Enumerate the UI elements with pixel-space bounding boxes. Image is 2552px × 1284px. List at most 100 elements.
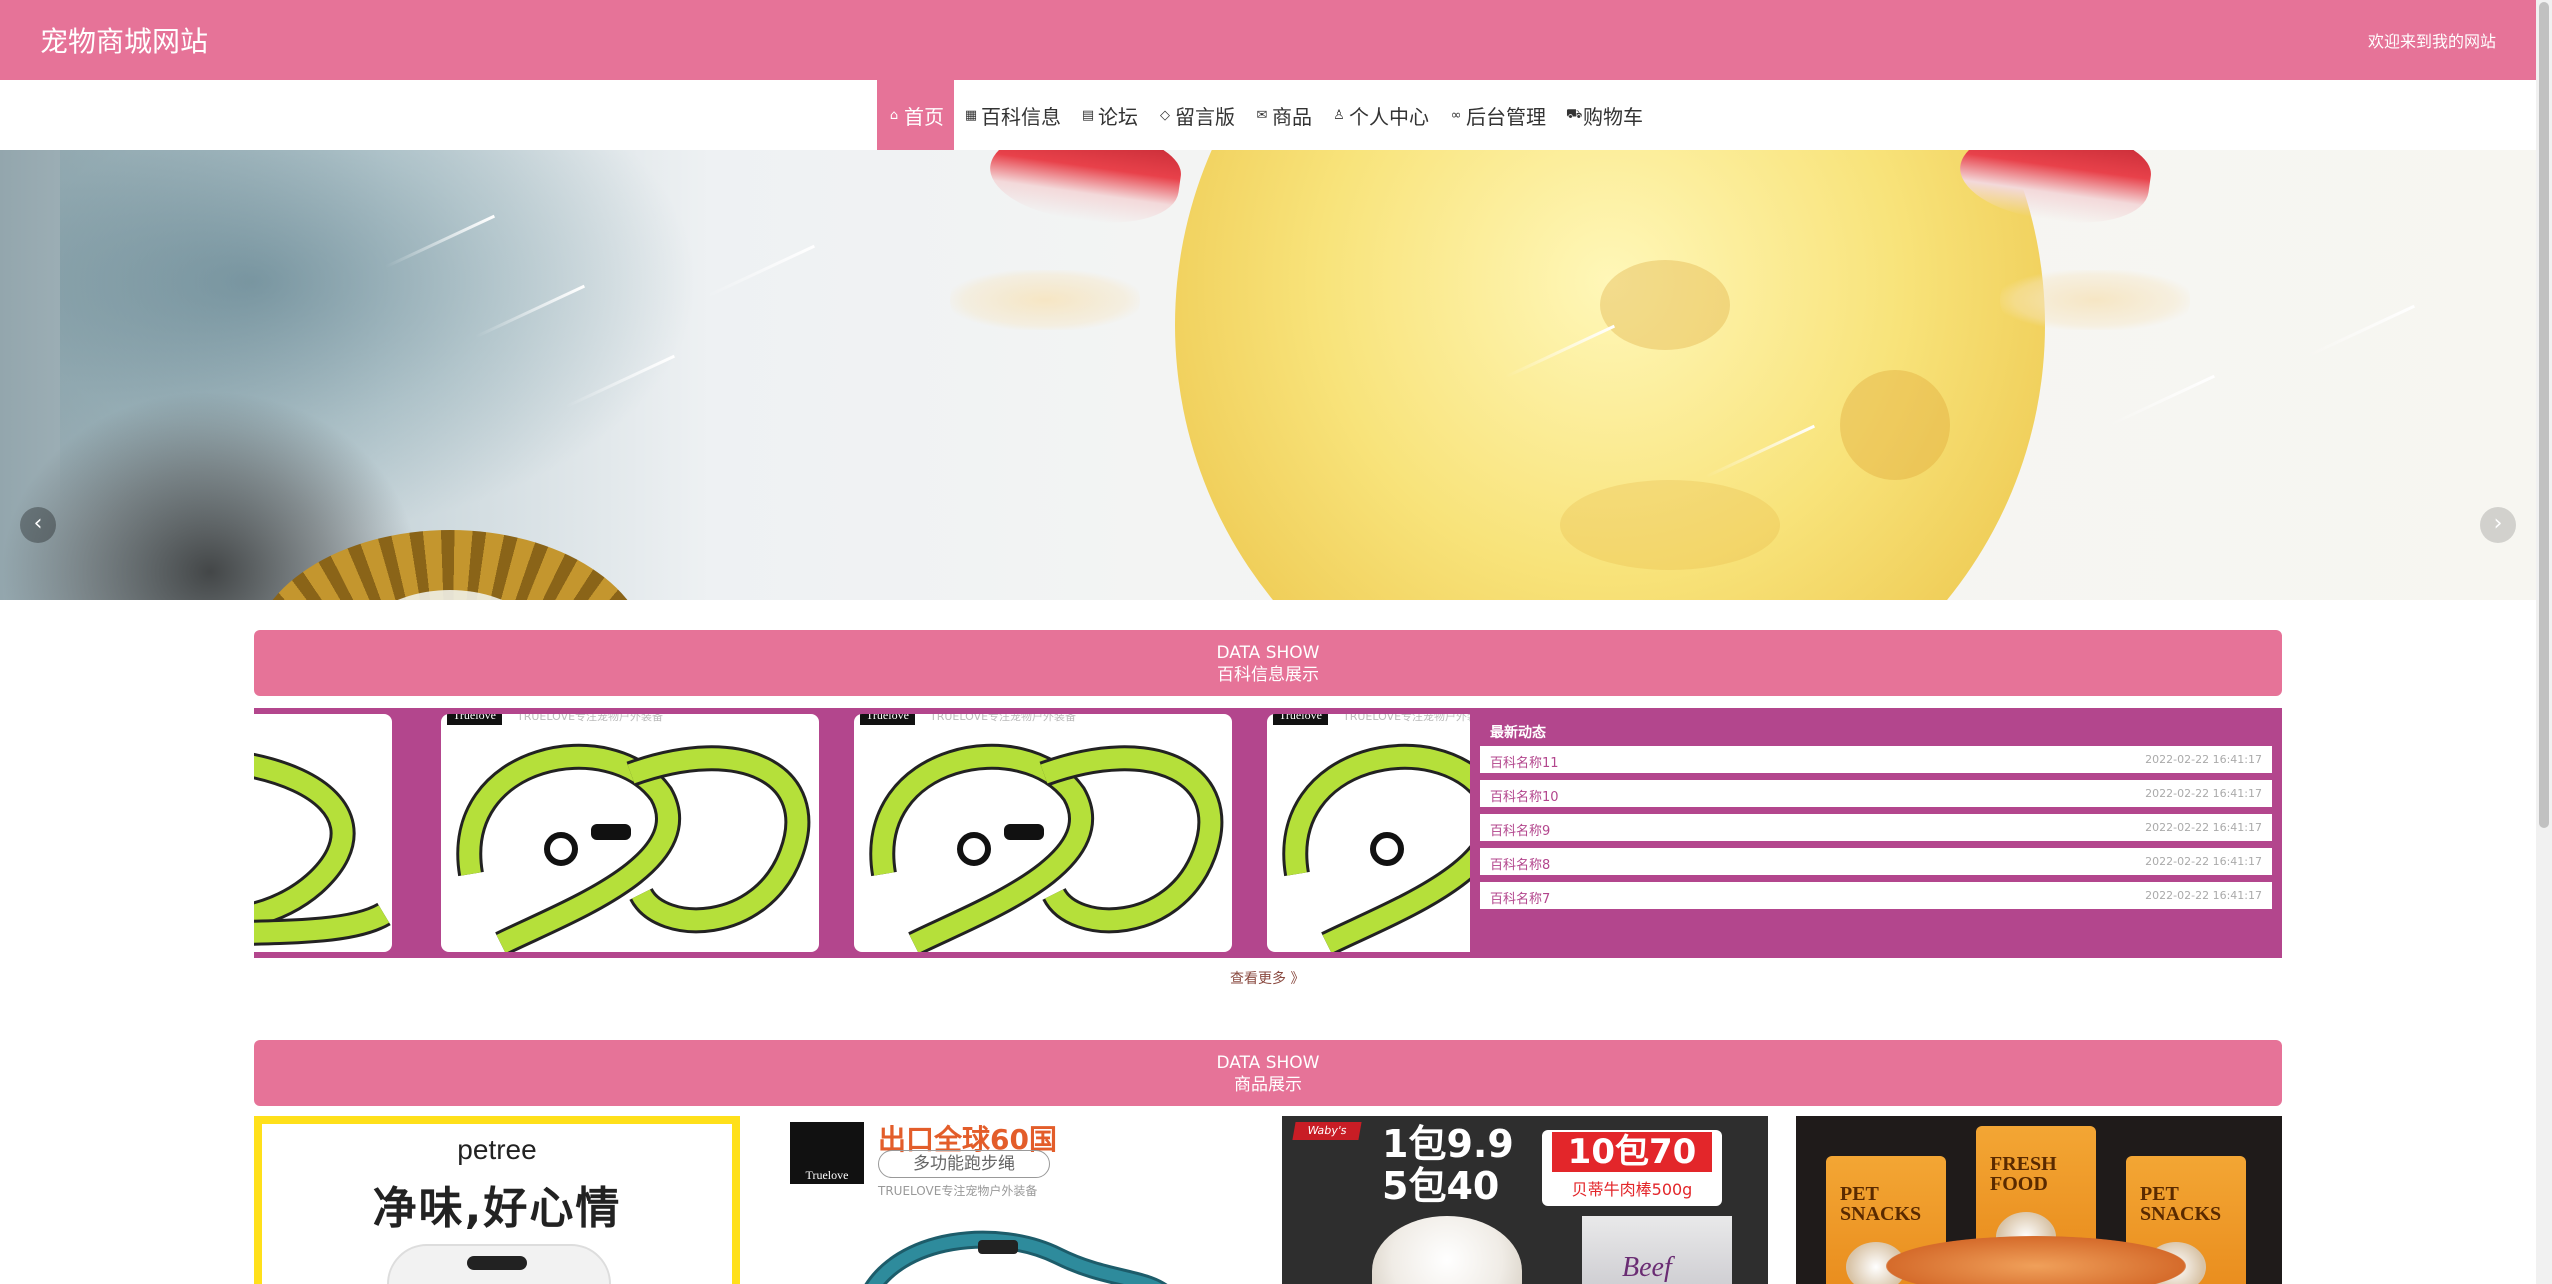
- product-badge-sub: 贝蒂牛肉棒500g: [1571, 1180, 1693, 1199]
- product-card[interactable]: Waby's 1包9.9 5包40 10包70 贝蒂牛肉棒500g Beef: [1282, 1116, 1768, 1284]
- leash-image: [456, 743, 811, 952]
- product-brand: petree: [457, 1134, 537, 1165]
- section-heading-en: DATA SHOW: [1216, 643, 1320, 663]
- carousel-prev-button[interactable]: ‹: [20, 507, 56, 543]
- product-image: [864, 1230, 1168, 1284]
- slide-brand-tag: Truelove: [860, 714, 915, 725]
- news-title: 最新动态: [1490, 725, 1546, 741]
- nav-label: 百科信息: [981, 104, 1061, 129]
- banner-cloud-art: [950, 270, 1140, 330]
- news-item-name: 百科名称10: [1490, 790, 1559, 805]
- nav-item-cart[interactable]: ⛟ 购物车: [1556, 80, 1653, 150]
- mail-icon: ✉: [1256, 107, 1268, 123]
- product-subhead: 多功能跑步绳: [878, 1150, 1050, 1178]
- nav-label: 个人中心: [1349, 104, 1429, 129]
- slide-tagline: TRUELOVE专注宠物户外装备: [517, 714, 664, 723]
- slide-tagline: TRUELOVE专注宠物户外装备: [930, 714, 1077, 723]
- news-item[interactable]: 百科名称11 2022-02-22 16:41:17: [1480, 746, 2272, 773]
- nav-item-forum[interactable]: ▤ 论坛: [1071, 80, 1148, 150]
- home-icon: ⌂: [889, 107, 899, 123]
- news-item[interactable]: 百科名称7 2022-02-22 16:41:17: [1480, 882, 2272, 909]
- view-more-link[interactable]: 查看更多 》: [1230, 968, 1304, 988]
- chevron-left-icon: ‹: [33, 511, 43, 536]
- encyclopedia-showcase: Truelove TRUELOVE专注宠物户外装备 Truelove TRUEL…: [254, 708, 2282, 958]
- news-item-name: 百科名称9: [1490, 824, 1551, 839]
- forum-icon: ▤: [1081, 107, 1095, 123]
- nav-label: 首页: [904, 104, 944, 129]
- nav-label: 购物车: [1583, 104, 1643, 129]
- leash-image: [869, 743, 1224, 952]
- product-slogan: 净味,好心情: [372, 1183, 622, 1234]
- site-title[interactable]: 宠物商城网站: [40, 20, 208, 60]
- product-pack-text: PET SNACKS: [2140, 1183, 2222, 1225]
- banner-fish-art: [984, 150, 1186, 233]
- nav-item-admin[interactable]: ∞ 后台管理: [1439, 80, 1556, 150]
- nav-item-profile[interactable]: ♙ 个人中心: [1322, 80, 1439, 150]
- product-promo-badge: 10包70 贝蒂牛肉棒500g: [1542, 1130, 1722, 1206]
- product-image: Beef: [1582, 1216, 1732, 1284]
- encyclopedia-slide[interactable]: [254, 714, 392, 952]
- scrollbar-thumb[interactable]: [2539, 2, 2549, 828]
- news-item-time: 2022-02-22 16:41:17: [2145, 821, 2262, 834]
- carousel-next-button[interactable]: ›: [2480, 507, 2516, 543]
- section-heading-en: DATA SHOW: [1216, 1053, 1320, 1073]
- news-item-name: 百科名称11: [1490, 756, 1559, 771]
- link-icon: ∞: [1450, 107, 1462, 123]
- news-item-time: 2022-02-22 16:41:17: [2145, 889, 2262, 902]
- tag-icon: ◇: [1160, 107, 1170, 123]
- product-bag-text: Beef: [1622, 1252, 1672, 1283]
- news-item-name: 百科名称8: [1490, 858, 1551, 873]
- product-promo-line: 5包40: [1382, 1164, 1500, 1208]
- product-brand-tag: Waby's: [1292, 1122, 1362, 1140]
- news-item-time: 2022-02-22 16:41:17: [2145, 855, 2262, 868]
- cart-icon: ⛟: [1566, 106, 1583, 122]
- nav-item-guestbook[interactable]: ◇ 留言版: [1148, 80, 1245, 150]
- user-icon: ♙: [1333, 107, 1345, 123]
- product-logo-text: Truelove: [805, 1168, 849, 1182]
- vertical-scrollbar[interactable]: [2536, 0, 2552, 1284]
- news-item[interactable]: 百科名称9 2022-02-22 16:41:17: [1480, 814, 2272, 841]
- nav-label: 商品: [1272, 104, 1312, 129]
- nav-label: 后台管理: [1466, 104, 1546, 129]
- news-item-time: 2022-02-22 16:41:17: [2145, 787, 2262, 800]
- nav-item-products[interactable]: ✉ 商品: [1245, 80, 1322, 150]
- top-header: 宠物商城网站 欢迎来到我的网站: [0, 0, 2536, 80]
- chevron-right-icon: ›: [2493, 511, 2503, 536]
- product-pack-text: PET SNACKS: [1840, 1183, 1922, 1225]
- page: 宠物商城网站 欢迎来到我的网站 ⌂ 首页 ▦ 百科信息 ▤ 论坛 ◇ 留言版 ✉: [0, 0, 2536, 1284]
- product-card[interactable]: petree 净味,好心情: [254, 1116, 740, 1284]
- product-card[interactable]: Truelove 出口全球60国 多功能跑步绳 TRUELOVE专注宠物户外装备: [768, 1116, 1254, 1284]
- product-promo-line: 1包9.9: [1382, 1122, 1514, 1166]
- product-grid: petree 净味,好心情 Truelove 出口全球60国 多功能跑步绳 TR…: [254, 1116, 2282, 1284]
- slide-brand-tag: Truelove: [447, 714, 502, 725]
- nav-item-encyclopedia[interactable]: ▦ 百科信息: [954, 80, 1071, 150]
- product-card[interactable]: PET SNACKS FRESH FOOD PET SNACKS: [1796, 1116, 2282, 1284]
- gift-icon: ▦: [964, 107, 978, 123]
- latest-news-panel: 最新动态 百科名称11 2022-02-22 16:41:17 百科名称10 2…: [1470, 708, 2282, 958]
- products-section-header: DATA SHOW 商品展示: [254, 1040, 2282, 1106]
- banner-cloud-art: [2000, 270, 2190, 330]
- encyclopedia-slide[interactable]: Truelove TRUELOVE专注宠物户外装备: [441, 714, 819, 952]
- welcome-text: 欢迎来到我的网站: [2367, 32, 2496, 51]
- slide-brand-tag: Truelove: [1273, 714, 1328, 725]
- leash-image: [254, 753, 391, 946]
- nav-item-home[interactable]: ⌂ 首页: [877, 80, 954, 150]
- slide-tagline: TRUELOVE专注宠物户外装备: [1343, 714, 1470, 723]
- nav-label: 留言版: [1175, 104, 1235, 129]
- section-heading-cn: 百科信息展示: [1217, 665, 1319, 685]
- news-item-time: 2022-02-22 16:41:17: [2145, 753, 2262, 766]
- news-item-name: 百科名称7: [1490, 892, 1551, 907]
- product-image: [1372, 1216, 1522, 1284]
- encyclopedia-slider: Truelove TRUELOVE专注宠物户外装备 Truelove TRUEL…: [254, 708, 1470, 958]
- encyclopedia-section-header: DATA SHOW 百科信息展示: [254, 630, 2282, 696]
- encyclopedia-slide[interactable]: Truelove TRUELOVE专注宠物户外装备: [1267, 714, 1470, 952]
- news-item[interactable]: 百科名称8 2022-02-22 16:41:17: [1480, 848, 2272, 875]
- encyclopedia-slide[interactable]: Truelove TRUELOVE专注宠物户外装备: [854, 714, 1232, 952]
- banner-carousel: ‹ ›: [0, 150, 2536, 600]
- product-pack-text: FRESH FOOD: [1990, 1153, 2057, 1195]
- product-tagline: TRUELOVE专注宠物户外装备: [878, 1184, 1038, 1198]
- main-nav: ⌂ 首页 ▦ 百科信息 ▤ 论坛 ◇ 留言版 ✉ 商品 ♙ 个人中心 ∞ 后台管…: [0, 80, 2536, 150]
- nav-label: 论坛: [1098, 104, 1138, 129]
- section-heading-cn: 商品展示: [1234, 1075, 1302, 1095]
- news-item[interactable]: 百科名称10 2022-02-22 16:41:17: [1480, 780, 2272, 807]
